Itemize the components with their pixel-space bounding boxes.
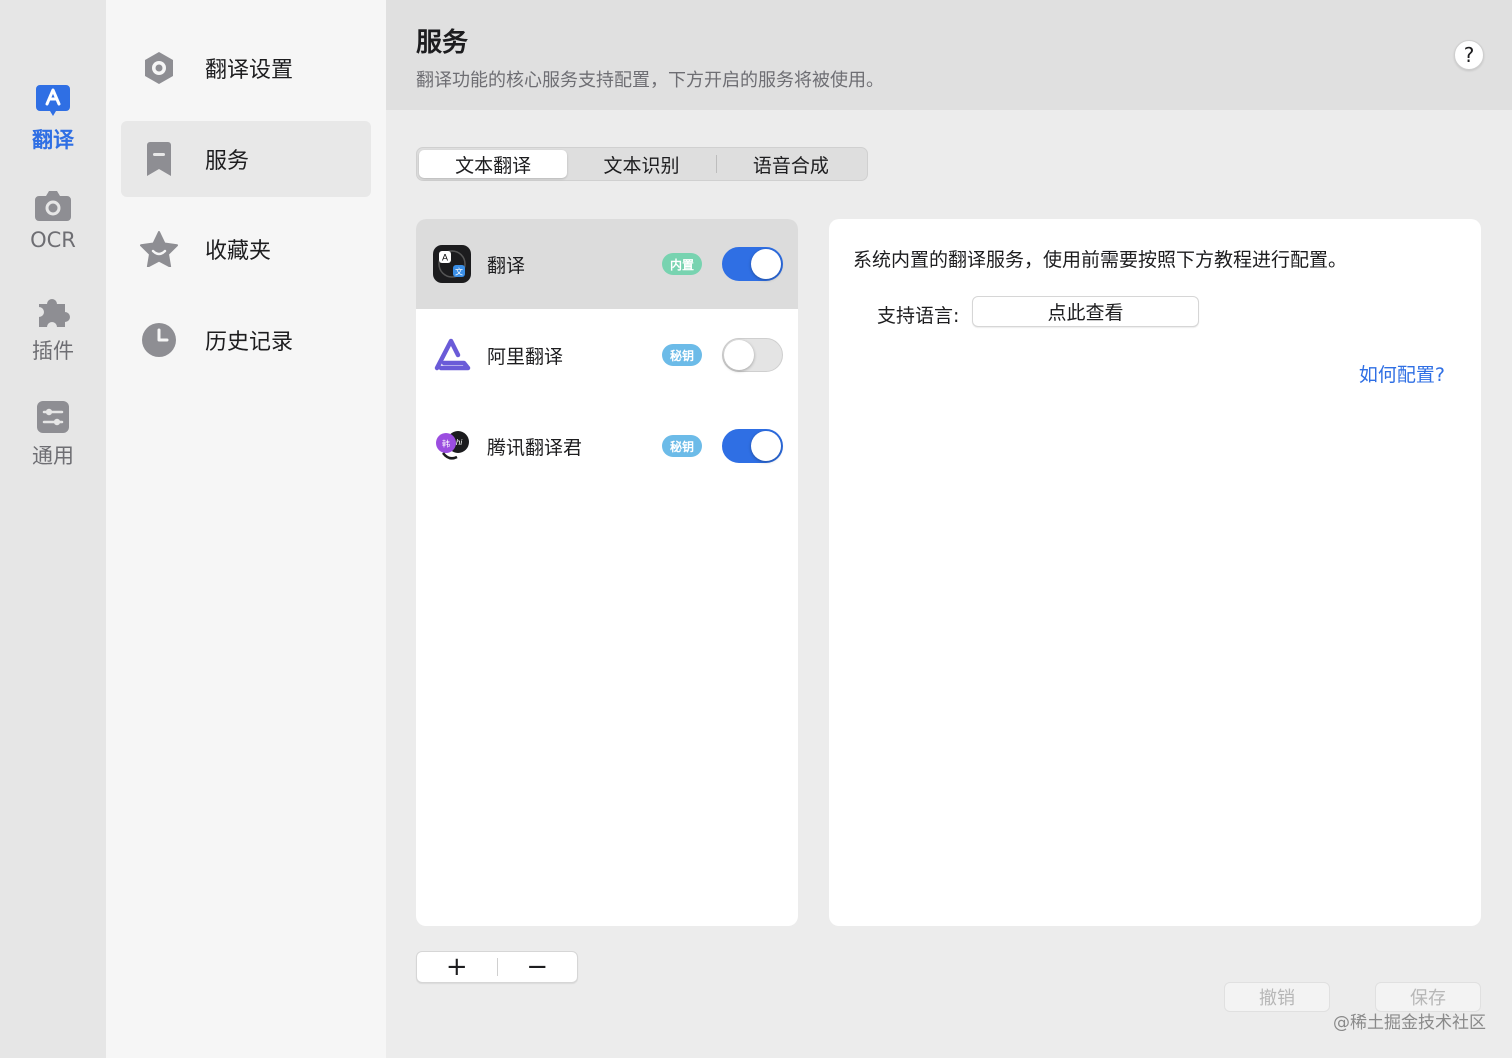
- page-subtitle: 翻译功能的核心服务支持配置，下方开启的服务将被使用。: [416, 70, 884, 91]
- service-name: 阿里翻译: [487, 345, 564, 368]
- supported-languages-label: 支持语言:: [877, 305, 960, 327]
- svg-text:文: 文: [455, 267, 463, 277]
- toggle-knob: [724, 340, 754, 370]
- page-title: 服务: [416, 28, 469, 58]
- tab-text-recognition[interactable]: 文本识别: [567, 150, 715, 178]
- star-icon: [139, 229, 179, 269]
- settings-category-sidebar: 翻译设置 服务 收藏夹 历史记录: [106, 0, 386, 1058]
- service-name: 翻译: [487, 254, 526, 277]
- category-services[interactable]: 服务: [121, 121, 371, 197]
- preferences-window: 翻译 OCR 插件 通用 翻译设置 服务 收藏夹 历史记录 服务 翻译功能的核心…: [0, 0, 1512, 1058]
- service-type-tabs: 文本翻译 文本识别 语音合成: [416, 147, 868, 181]
- service-list: A文 翻译 内置 阿里翻译 秘钥 hi 韩 腾讯翻译君 秘钥: [416, 219, 798, 926]
- service-description: 系统内置的翻译服务，使用前需要按照下方教程进行配置。: [853, 249, 1348, 271]
- puzzle-piece-icon: [39, 299, 70, 327]
- tab-text-translation[interactable]: 文本翻译: [419, 150, 568, 178]
- page-header: 服务 翻译功能的核心服务支持配置，下方开启的服务将被使用。 ?: [386, 0, 1512, 110]
- service-toggle[interactable]: [722, 429, 783, 463]
- service-row-system-translate[interactable]: A文 翻译 内置: [416, 219, 798, 309]
- main-content: 服务 翻译功能的核心服务支持配置，下方开启的服务将被使用。 ? 文本翻译 文本识…: [386, 0, 1512, 1058]
- svg-text:hi: hi: [456, 438, 462, 447]
- service-badge-builtin: 内置: [662, 253, 703, 275]
- bookmark-icon: [139, 139, 179, 179]
- category-favorites[interactable]: 收藏夹: [121, 211, 371, 287]
- service-badge-key: 秘钥: [662, 435, 703, 457]
- tencent-translate-logo-icon: hi 韩: [433, 427, 471, 465]
- how-to-configure-link[interactable]: 如何配置?: [1359, 360, 1445, 387]
- add-remove-control: + −: [416, 951, 578, 983]
- apple-translate-logo-icon: A文: [433, 245, 471, 283]
- service-row-tencent[interactable]: hi 韩 腾讯翻译君 秘钥: [416, 401, 798, 491]
- sliders-icon: [37, 401, 69, 433]
- aliyun-logo-icon: [433, 336, 471, 374]
- gear-icon: [139, 48, 179, 88]
- svg-text:韩: 韩: [442, 439, 450, 449]
- clock-icon: [139, 320, 179, 360]
- rail-label-general: 通用: [32, 444, 74, 468]
- cancel-button[interactable]: 撤销: [1224, 982, 1330, 1012]
- view-languages-button[interactable]: 点此查看: [972, 296, 1199, 327]
- rail-item-plugins[interactable]: 插件: [0, 295, 106, 365]
- rail-label-translate: 翻译: [32, 128, 74, 152]
- category-label: 收藏夹: [205, 239, 272, 264]
- toggle-knob: [751, 249, 781, 279]
- rail-label-plugins: 插件: [32, 339, 74, 363]
- remove-service-button[interactable]: −: [498, 952, 578, 982]
- service-row-aliyun[interactable]: 阿里翻译 秘钥: [416, 310, 798, 400]
- svg-text:A: A: [442, 253, 448, 263]
- service-detail-panel: 系统内置的翻译服务，使用前需要按照下方教程进行配置。 支持语言: 点此查看 如何…: [829, 219, 1481, 926]
- rail-item-ocr[interactable]: OCR: [0, 190, 106, 252]
- section-rail: 翻译 OCR 插件 通用: [0, 0, 106, 1058]
- category-history[interactable]: 历史记录: [121, 302, 371, 378]
- category-label: 翻译设置: [205, 58, 294, 83]
- service-toggle[interactable]: [722, 338, 783, 372]
- category-translate-settings[interactable]: 翻译设置: [121, 30, 371, 106]
- rail-item-general[interactable]: 通用: [0, 400, 106, 470]
- tab-speech-synthesis[interactable]: 语音合成: [717, 150, 865, 178]
- service-toggle[interactable]: [722, 247, 783, 281]
- camera-icon: [35, 191, 71, 221]
- add-service-button[interactable]: +: [417, 952, 497, 982]
- rail-label-ocr: OCR: [30, 228, 76, 252]
- category-label: 服务: [205, 149, 250, 174]
- service-badge-key: 秘钥: [662, 344, 703, 366]
- category-label: 历史记录: [205, 330, 294, 355]
- help-button[interactable]: ?: [1454, 40, 1484, 70]
- toggle-knob: [751, 431, 781, 461]
- translate-bubble-icon: [36, 85, 70, 116]
- watermark-text: @稀土掘金技术社区: [1333, 1013, 1486, 1033]
- rail-item-translate[interactable]: 翻译: [0, 84, 106, 154]
- service-name: 腾讯翻译君: [487, 436, 583, 459]
